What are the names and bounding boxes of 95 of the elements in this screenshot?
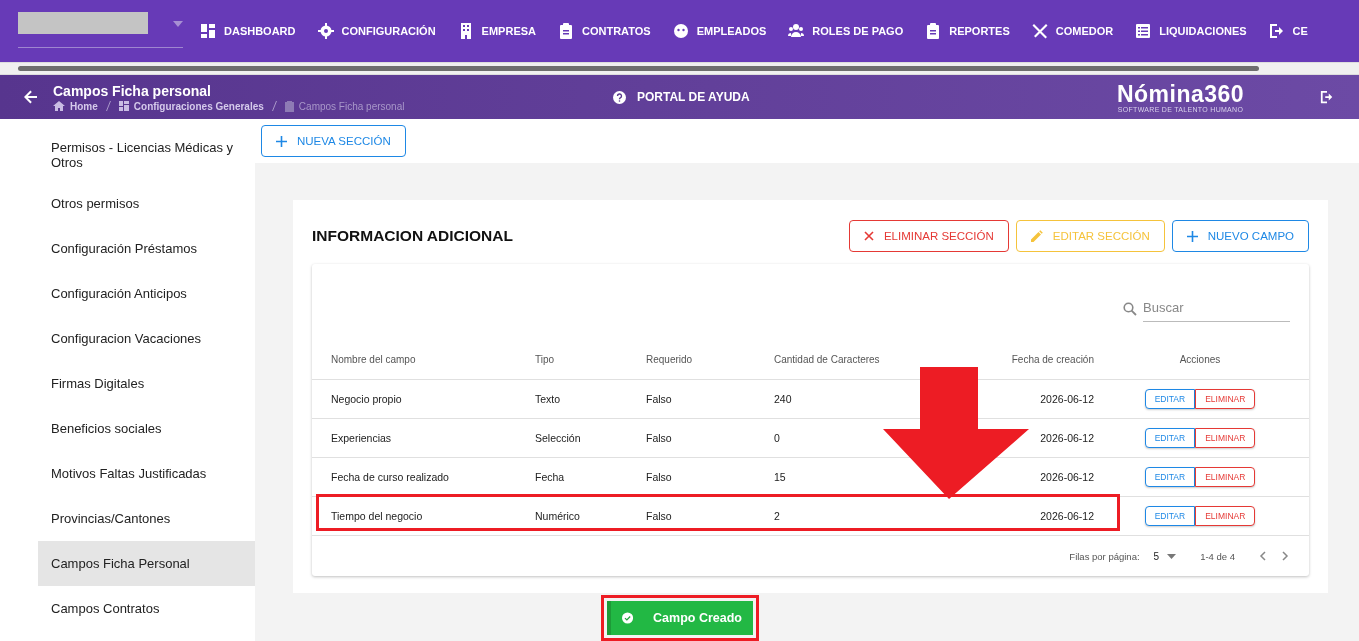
table-cell-text: 2026-06-12 xyxy=(1039,393,1094,405)
sidebar-item[interactable]: Configuración Préstamos xyxy=(38,226,255,271)
caret-icon xyxy=(1167,553,1177,559)
table-cell-text: Falso xyxy=(646,471,673,483)
table-cell-text: Fecha de curso realizado xyxy=(331,471,450,483)
plus-icon xyxy=(1186,230,1198,242)
section-action-button[interactable]: ELIMINAR SECCIÓN xyxy=(848,220,1009,252)
people-icon xyxy=(788,23,805,39)
page-title: Campos Ficha personal xyxy=(53,82,212,99)
sidebar-item[interactable]: Campos Contratos xyxy=(38,586,255,631)
nav-menu-item[interactable]: EMPRESA xyxy=(457,23,536,39)
table-cell-text: 2026-06-12 xyxy=(1039,510,1094,522)
column-header: Nombre del campo xyxy=(331,353,417,365)
back-arrow-icon[interactable] xyxy=(24,90,38,104)
help-portal-link[interactable]: PORTAL DE AYUDA xyxy=(613,90,1108,104)
sidebar-item[interactable]: Configuración Anticipos xyxy=(38,271,255,316)
horizontal-scrollbar[interactable] xyxy=(0,62,1359,75)
list-icon xyxy=(1135,23,1152,39)
table-cell-text: 2 xyxy=(774,510,781,522)
dashboard-icon xyxy=(200,23,216,39)
table-cell-text: Fecha xyxy=(535,471,566,483)
pagination-range: 1-4 de 4 xyxy=(1200,550,1235,562)
face-icon xyxy=(672,23,689,39)
row-action-button[interactable]: ELIMINAR xyxy=(1195,506,1256,526)
rows-per-page-label: Filas por página: xyxy=(1069,550,1140,562)
sidebar-item[interactable]: Beneficios sociales xyxy=(38,406,255,451)
logout-icon[interactable] xyxy=(1320,90,1334,104)
logout-icon xyxy=(1268,23,1285,39)
breadcrumb-separator xyxy=(105,101,111,111)
table-cell-text: Tiempo del negocio xyxy=(331,510,424,522)
nav-menu-item[interactable]: DASHBOARD xyxy=(200,23,296,39)
nav-menu-item[interactable]: LIQUIDACIONES xyxy=(1135,23,1247,39)
next-page-icon[interactable] xyxy=(1281,551,1289,561)
clipboard-icon xyxy=(558,23,574,39)
table-cell-text: Falso xyxy=(646,432,673,444)
new-section-button[interactable]: NUEVA SECCIÓN xyxy=(261,125,406,157)
row-action-button[interactable]: ELIMINAR xyxy=(1195,467,1256,487)
nav-menu-item[interactable]: EMPLEADOS xyxy=(672,23,767,39)
clipboard-icon xyxy=(284,100,294,112)
sidebar-item[interactable]: Configuracion Vacaciones xyxy=(38,316,255,361)
clipboard-icon xyxy=(925,23,942,39)
sidebar-item[interactable]: Provincias/Cantones xyxy=(38,496,255,541)
breadcrumb-link[interactable]: Home xyxy=(70,100,98,112)
column-header: Cantidad de Caracteres xyxy=(774,353,881,365)
dashboard-icon xyxy=(118,101,129,111)
nav-menu-item[interactable]: CE xyxy=(1268,23,1308,39)
rows-per-page-select[interactable]: 5 xyxy=(1153,550,1177,562)
row-action-button[interactable]: EDITAR xyxy=(1144,428,1196,448)
table-cell-text: Selección xyxy=(535,432,582,444)
table-cell-text: 2026-06-12 xyxy=(1039,471,1094,483)
check-circle-icon xyxy=(622,610,634,626)
row-action-button[interactable]: EDITAR xyxy=(1144,389,1196,409)
breadcrumb-separator xyxy=(271,101,277,111)
row-action-button[interactable]: EDITAR xyxy=(1144,506,1196,526)
column-header: Fecha de creación xyxy=(1010,353,1094,365)
table-cell-text: 0 xyxy=(774,432,781,444)
success-toast: Campo Creado xyxy=(607,601,753,635)
row-action-button[interactable]: EDITAR xyxy=(1144,467,1196,487)
column-header: Requerido xyxy=(646,353,694,365)
section-title: INFORMACION ADICIONAL xyxy=(312,227,513,245)
column-header: Tipo xyxy=(535,353,556,365)
table-cell-text: Numérico xyxy=(535,510,581,522)
column-header: Acciones xyxy=(1178,353,1222,365)
section-action-button[interactable]: NUEVO CAMPO xyxy=(1171,220,1309,252)
sidebar-item[interactable]: Otros permisos xyxy=(38,181,255,226)
nav-menu-item[interactable]: COMEDOR xyxy=(1031,23,1114,39)
sidebar-item[interactable]: Campos Ficha Personal xyxy=(38,541,255,586)
home-icon xyxy=(53,101,65,111)
close-icon xyxy=(863,231,874,241)
previous-page-icon[interactable] xyxy=(1259,551,1267,561)
sidebar-item[interactable]: Motivos Faltas Justificadas xyxy=(38,451,255,496)
logo-wordmark: Nómina360 xyxy=(1116,81,1245,106)
help-icon xyxy=(613,90,626,104)
sidebar-item[interactable]: Permisos - Licencias Médicas y Otros xyxy=(38,129,255,181)
pencil-icon xyxy=(1030,230,1043,242)
nav-menu-item[interactable]: CONFIGURACIÓN xyxy=(317,23,436,39)
table-cell-text: Falso xyxy=(646,393,673,405)
plus-icon xyxy=(276,135,287,147)
row-action-button[interactable]: ELIMINAR xyxy=(1195,428,1256,448)
nav-menu-item[interactable]: REPORTES xyxy=(925,23,1010,39)
table-cell-text: 240 xyxy=(774,393,793,405)
company-select[interactable] xyxy=(18,14,183,48)
nav-menu-item[interactable]: CONTRATOS xyxy=(558,23,651,39)
table-cell-text: Experiencias xyxy=(331,432,393,444)
row-action-button[interactable]: ELIMINAR xyxy=(1195,389,1256,409)
search-icon xyxy=(1123,301,1137,316)
table-cell-text: Texto xyxy=(535,393,562,405)
table-cell-text: Negocio propio xyxy=(331,393,403,405)
table-cell-text: 2026-06-12 xyxy=(1039,432,1094,444)
table-cell-text: 15 xyxy=(774,471,787,483)
nav-menu-item[interactable]: ROLES DE PAGO xyxy=(788,23,904,39)
sidebar-item[interactable]: Firmas Digitales xyxy=(38,361,255,406)
table-cell-text: Falso xyxy=(646,510,673,522)
breadcrumb-link[interactable]: Configuraciones Generales xyxy=(133,100,264,112)
caret-icon xyxy=(173,20,183,27)
